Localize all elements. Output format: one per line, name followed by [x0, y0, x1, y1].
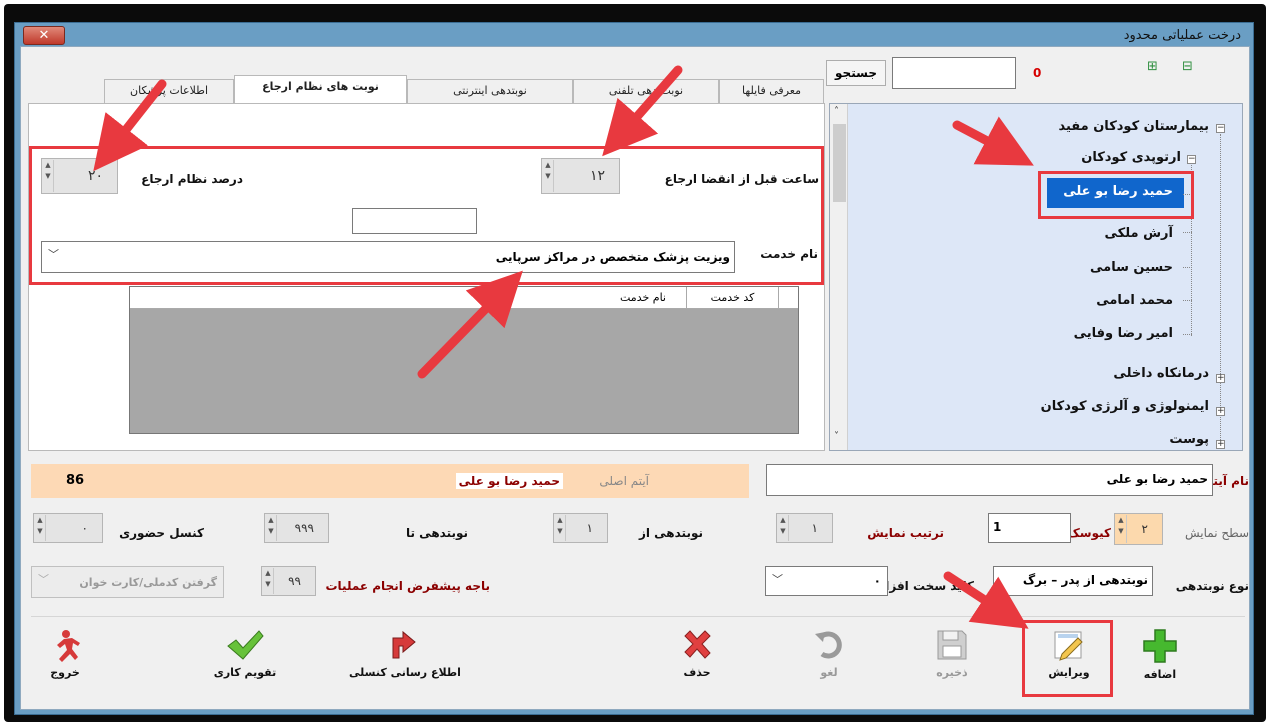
kiosk-label: کیوسک [1067, 526, 1112, 540]
undo-icon [815, 631, 842, 659]
hw-dropdown[interactable]: ﹀ ۰ [765, 566, 888, 596]
main-item-label: آیتم اصلی [599, 474, 649, 488]
search-button[interactable]: جستجو [826, 60, 886, 86]
close-button[interactable]: ✕ [23, 26, 65, 45]
scroll-thumb[interactable] [833, 124, 846, 202]
delete-x-icon [684, 630, 711, 659]
display-level-value: ۲ [1141, 522, 1148, 536]
order-value: ۱ [811, 521, 818, 535]
collapse-all-icon[interactable]: ⊟ [1182, 59, 1193, 74]
highlight-edit-button [1022, 620, 1113, 697]
calendar-button[interactable]: تقویم کاری [200, 628, 290, 688]
highlight-referral-panel [29, 146, 824, 285]
chevron-down-icon[interactable]: ﹀ [38, 571, 49, 587]
hw-value: ۰ [873, 574, 881, 588]
tab-referral[interactable]: نوبت های نظام ارجاع [234, 75, 407, 104]
search-count: 0 [1033, 66, 1042, 80]
spinner-arrows-icon[interactable]: ▲ ▼ [35, 515, 46, 541]
kiosk-input[interactable]: 1 [988, 513, 1071, 543]
window-title: درخت عملیاتی محدود [1123, 28, 1241, 43]
search-input[interactable] [892, 57, 1016, 89]
item-name-input[interactable]: حمید رضا بو علی [766, 464, 1213, 496]
add-button[interactable]: اضافه [1125, 628, 1195, 688]
tree-line [1183, 267, 1192, 268]
grid-header-name[interactable]: نام خدمت [560, 287, 686, 309]
expand-all-icon[interactable]: ⊞ [1147, 59, 1158, 74]
display-level-label: سطح نمایش [1184, 526, 1249, 540]
exit-button[interactable]: خروج [30, 628, 100, 688]
expand-icon[interactable]: + [1216, 440, 1225, 449]
tree-line [1183, 334, 1192, 335]
tree-node-root[interactable]: بیمارستان کودکان مفید [1058, 119, 1209, 134]
tab-files[interactable]: معرفی فایلها [719, 79, 824, 103]
to-label: نوبتدهی تا [405, 526, 468, 540]
tree-node-clinic[interactable]: ایمنولوژی و آلرژی کودکان [1041, 399, 1209, 414]
order-spinner[interactable]: ▲ ▼ ۱ [776, 513, 833, 543]
save-button[interactable]: ذخیره [917, 628, 987, 688]
spinner-arrows-icon[interactable]: ▲ ▼ [555, 515, 566, 541]
share-arrow-icon [392, 630, 416, 659]
spinner-arrows-icon[interactable]: ▲ ▼ [263, 568, 274, 594]
tree-node-doctor[interactable]: حسین سامی [1090, 260, 1173, 275]
undo-button[interactable]: لغو [794, 628, 864, 688]
main-item-value: حمید رضا بو علی [455, 473, 563, 489]
order-label: ترتیب نمایش [867, 526, 944, 540]
tree-line [1220, 134, 1221, 442]
spinner-arrows-icon[interactable]: ▲ ▼ [778, 515, 789, 541]
notify-cancel-button[interactable]: اطلاع رسانی کنسلی [335, 628, 475, 688]
highlight-selected-node [1038, 171, 1194, 219]
tab-doctors-info[interactable]: اطلاعات پزشکان [104, 79, 234, 103]
chevron-down-icon[interactable]: ﹀ [772, 571, 783, 587]
from-value: ۱ [586, 521, 593, 535]
tree-node-group[interactable]: ارتوپدی کودکان [1081, 150, 1181, 165]
tab-internet[interactable]: نوبتدهی اینترنتی [407, 79, 573, 103]
op-label: باجه پیشفرض انجام عملیات [325, 579, 490, 593]
tab-phone[interactable]: نوبت دهی تلفنی [573, 79, 719, 103]
tree-line [1183, 232, 1192, 233]
collapse-icon[interactable]: − [1187, 155, 1196, 164]
card-label: گرفتن کدملی/کارت خوان [79, 576, 217, 589]
display-level-spinner[interactable]: ▲ ▼ ۲ [1114, 513, 1163, 545]
floppy-disk-icon [937, 630, 967, 660]
tree-node-doctor[interactable]: امیر رضا وفایی [1074, 326, 1173, 341]
tree-node-doctor[interactable]: محمد امامی [1096, 293, 1173, 308]
grid-header-code[interactable]: کد خدمت [686, 287, 779, 309]
spinner-arrows-icon[interactable]: ▲ ▼ [1116, 515, 1127, 543]
running-man-icon [57, 630, 80, 662]
cancel-label: کنسل حضوری [119, 526, 204, 540]
to-spinner[interactable]: ▲ ▼ ۹۹۹ [264, 513, 329, 543]
spinner-arrows-icon[interactable]: ▲ ▼ [266, 515, 277, 541]
type-input[interactable]: نوبتدهی از پدر – برگ [993, 566, 1153, 596]
from-spinner[interactable]: ▲ ▼ ۱ [553, 513, 608, 543]
op-spinner[interactable]: ▲ ▼ ۹۹ [261, 566, 316, 596]
expand-icon[interactable]: + [1216, 374, 1225, 383]
from-label: نوبتدهی از [638, 526, 703, 540]
to-value: ۹۹۹ [294, 521, 314, 535]
tree-node-clinic[interactable]: درمانکاه داخلی [1113, 366, 1209, 381]
tree-node-clinic[interactable]: پوست [1169, 432, 1209, 447]
collapse-icon[interactable]: − [1216, 124, 1225, 133]
type-label: نوع نوبتدهی [1175, 579, 1249, 593]
scroll-down-icon[interactable]: ˅ [834, 431, 839, 442]
delete-button[interactable]: حذف [662, 628, 732, 688]
tree-node-doctor[interactable]: آرش ملکی [1105, 226, 1173, 241]
card-dropdown[interactable]: ﹀ گرفتن کدملی/کارت خوان [31, 566, 224, 598]
expand-icon[interactable]: + [1216, 407, 1225, 416]
op-value: ۹۹ [288, 574, 301, 588]
tree-line [1183, 300, 1192, 301]
main-item-id: 86 [66, 473, 85, 488]
cancel-value: ۰ [81, 521, 88, 535]
checkmark-icon [227, 630, 264, 660]
plus-icon [1143, 629, 1177, 663]
cancel-spinner[interactable]: ▲ ▼ ۰ [33, 513, 103, 543]
scroll-up-icon[interactable]: ˄ [834, 106, 839, 117]
